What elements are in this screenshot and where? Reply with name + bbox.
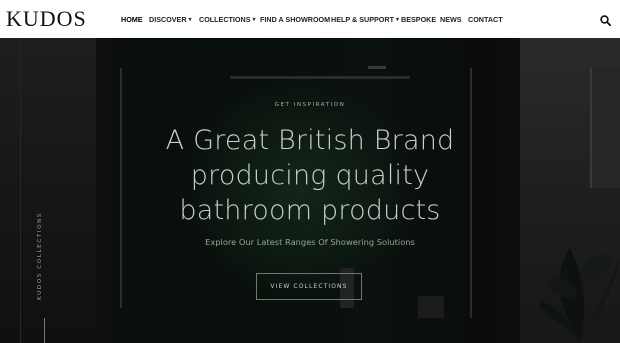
nav-item-bespoke[interactable]: BESPOKE [401, 15, 440, 24]
hero-headline: A Great British Brand producing quality … [0, 123, 620, 228]
chevron-down-icon: ▾ [188, 16, 192, 23]
nav-item-label: COLLECTIONS [199, 14, 251, 24]
hero-subline: Explore Our Latest Ranges Of Showering S… [205, 237, 415, 247]
nav-item-label: CONTACT [468, 14, 503, 24]
shelf-bottles [418, 296, 444, 318]
nav-item-label: HOME [121, 14, 143, 24]
chevron-down-icon: ▾ [395, 16, 399, 23]
nav-item-label: NEWS [440, 14, 462, 24]
chevron-down-icon: ▾ [252, 16, 256, 23]
nav-item-collections[interactable]: COLLECTIONS ▾ [199, 15, 260, 24]
view-collections-button[interactable]: VIEW COLLECTIONS [256, 273, 362, 300]
nav-item-label: BESPOKE [401, 14, 437, 24]
site-header: KUDOS HOME DISCOVER ▾ COLLECTIONS ▾ FIND… [0, 0, 620, 38]
kudos-logo[interactable]: KUDOS [6, 7, 87, 31]
shower-rail [230, 76, 410, 79]
main-nav: HOME DISCOVER ▾ COLLECTIONS ▾ FIND A SHO… [121, 0, 508, 38]
shower-head [368, 66, 386, 69]
hero-eyebrow: GET INSPIRATION [274, 102, 346, 108]
hero-banner: KUDOS COLLECTIONS GET INSPIRATION A Grea… [0, 38, 620, 343]
nav-item-news[interactable]: NEWS [440, 15, 468, 24]
side-rule [44, 318, 45, 343]
nav-item-label: DISCOVER [149, 14, 187, 24]
nav-item-home[interactable]: HOME [121, 15, 149, 24]
nav-item-contact[interactable]: CONTACT [468, 15, 508, 24]
headline-line: A Great British Brand [165, 125, 455, 156]
search-icon[interactable] [600, 13, 612, 27]
headline-line: bathroom products [179, 195, 441, 226]
nav-item-discover[interactable]: DISCOVER ▾ [149, 15, 199, 24]
nav-item-label: FIND A SHOWROOM [260, 14, 331, 24]
headline-line: producing quality [190, 160, 430, 191]
nav-item-help-support[interactable]: HELP & SUPPORT ▾ [331, 15, 401, 24]
nav-item-label: HELP & SUPPORT [331, 14, 394, 24]
nav-item-find-a-showroom[interactable]: FIND A SHOWROOM [260, 15, 331, 24]
